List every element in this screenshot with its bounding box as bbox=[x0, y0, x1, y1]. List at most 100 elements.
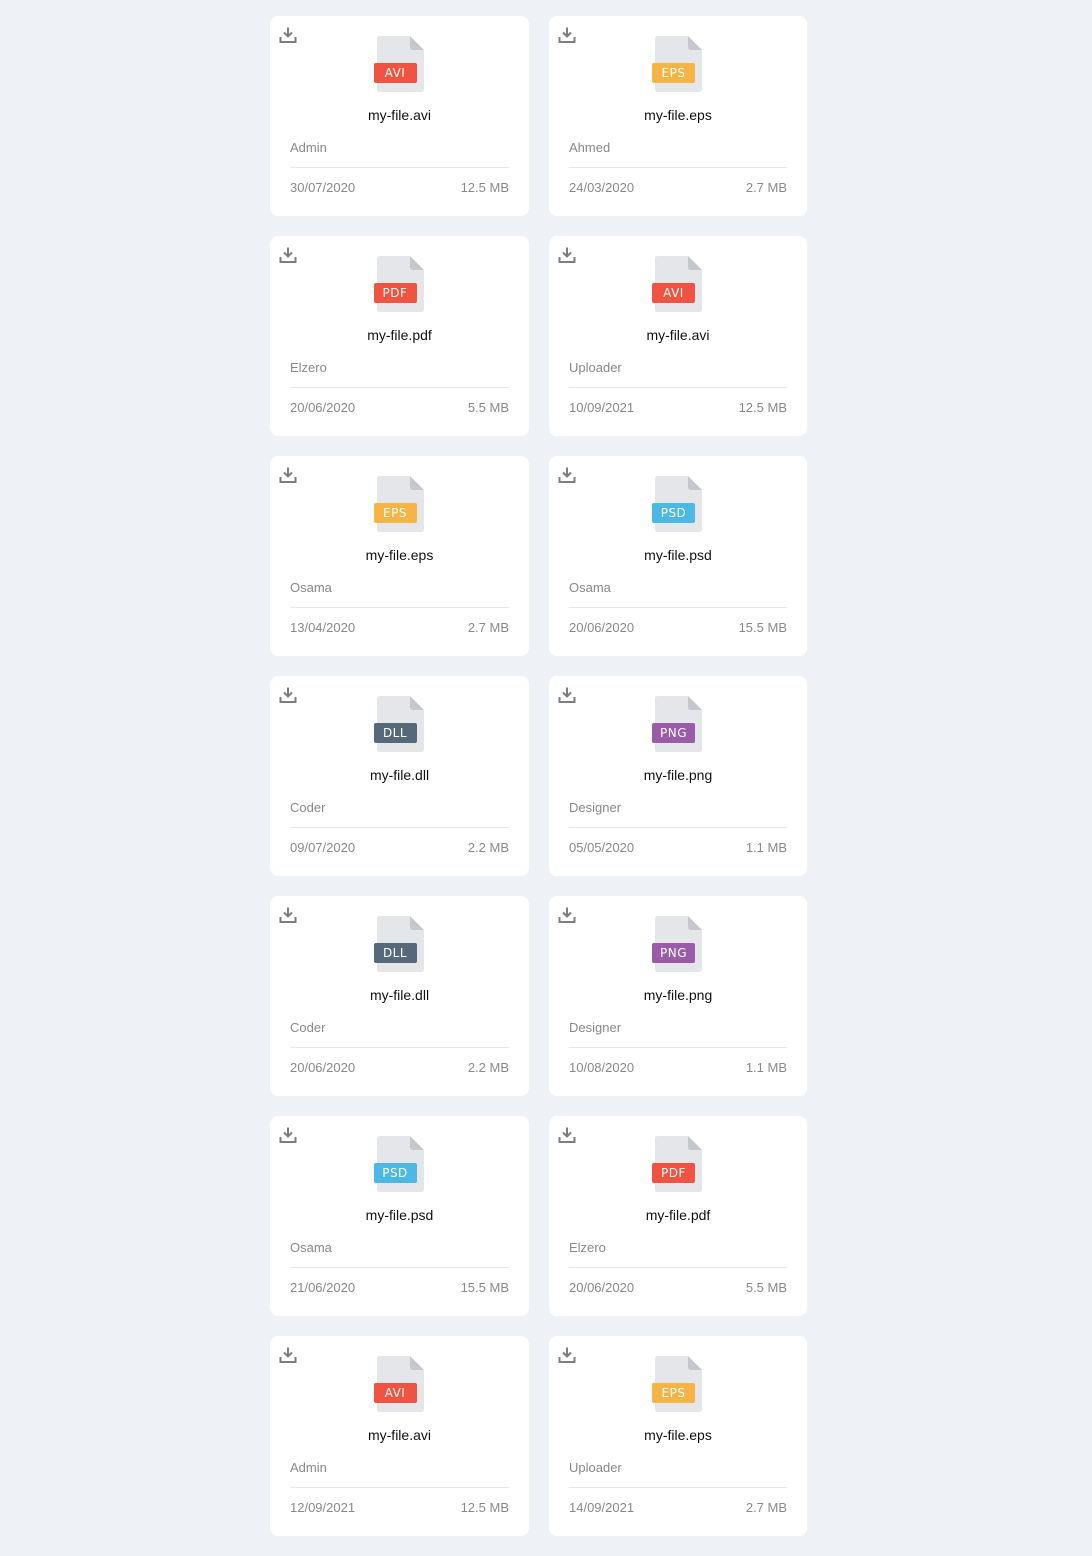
file-date: 20/06/2020 bbox=[290, 400, 356, 415]
divider bbox=[290, 1267, 509, 1268]
file-card[interactable]: PNG my-file.png Designer 10/08/2020 1.1 … bbox=[549, 896, 807, 1096]
file-icon: AVI bbox=[373, 36, 426, 92]
file-icon: PDF bbox=[373, 256, 426, 312]
file-size: 15.5 MB bbox=[738, 620, 787, 635]
file-date: 09/07/2020 bbox=[290, 840, 356, 855]
divider bbox=[290, 1487, 509, 1488]
file-icon: DLL bbox=[373, 916, 426, 972]
divider bbox=[290, 1047, 509, 1048]
file-name[interactable]: my-file.pdf bbox=[270, 327, 529, 343]
download-icon[interactable] bbox=[558, 26, 576, 44]
download-icon[interactable] bbox=[558, 686, 576, 704]
file-name[interactable]: my-file.eps bbox=[549, 1427, 807, 1443]
file-size: 1.1 MB bbox=[745, 1060, 787, 1075]
download-icon[interactable] bbox=[558, 1346, 576, 1364]
divider bbox=[290, 167, 509, 168]
file-owner: Coder bbox=[290, 800, 326, 815]
download-icon[interactable] bbox=[558, 246, 576, 264]
file-type-badge: PDF bbox=[373, 283, 417, 303]
file-card[interactable]: EPS my-file.eps Uploader 14/09/2021 2.7 … bbox=[549, 1336, 807, 1536]
file-date: 13/04/2020 bbox=[290, 620, 356, 635]
download-icon[interactable] bbox=[279, 246, 297, 264]
file-name[interactable]: my-file.psd bbox=[270, 1207, 529, 1223]
file-size: 5.5 MB bbox=[745, 1280, 787, 1295]
file-type-badge: DLL bbox=[373, 723, 417, 743]
download-icon[interactable] bbox=[279, 1346, 297, 1364]
download-icon[interactable] bbox=[279, 686, 297, 704]
divider bbox=[290, 387, 509, 388]
file-name[interactable]: my-file.png bbox=[549, 987, 807, 1003]
file-icon: PSD bbox=[652, 476, 704, 532]
file-owner: Admin bbox=[290, 1460, 327, 1475]
file-card[interactable]: DLL my-file.dll Coder 20/06/2020 2.2 MB bbox=[270, 896, 529, 1096]
file-name[interactable]: my-file.avi bbox=[270, 107, 529, 123]
file-date: 14/09/2021 bbox=[569, 1500, 635, 1515]
file-owner: Osama bbox=[290, 580, 332, 595]
file-card[interactable]: AVI my-file.avi Uploader 10/09/2021 12.5… bbox=[549, 236, 807, 436]
file-card[interactable]: AVI my-file.avi Admin 12/09/2021 12.5 MB bbox=[270, 1336, 529, 1536]
download-icon[interactable] bbox=[558, 906, 576, 924]
divider bbox=[569, 607, 787, 608]
file-type-badge: EPS bbox=[652, 1383, 695, 1403]
file-icon: DLL bbox=[373, 696, 426, 752]
file-owner: Coder bbox=[290, 1020, 326, 1035]
file-owner: Uploader bbox=[569, 360, 622, 375]
file-card[interactable]: AVI my-file.avi Admin 30/07/2020 12.5 MB bbox=[270, 16, 529, 216]
file-type-badge: EPS bbox=[373, 503, 417, 523]
download-icon[interactable] bbox=[279, 26, 297, 44]
file-name[interactable]: my-file.avi bbox=[549, 327, 807, 343]
file-type-badge: AVI bbox=[373, 1383, 417, 1403]
file-card[interactable]: PDF my-file.pdf Elzero 20/06/2020 5.5 MB bbox=[270, 236, 529, 436]
file-owner: Elzero bbox=[569, 1240, 606, 1255]
file-type-badge: AVI bbox=[373, 63, 417, 83]
divider bbox=[569, 167, 787, 168]
file-card[interactable]: EPS my-file.eps Osama 13/04/2020 2.7 MB bbox=[270, 456, 529, 656]
file-name[interactable]: my-file.png bbox=[549, 767, 807, 783]
file-icon: EPS bbox=[652, 1356, 704, 1412]
divider bbox=[290, 607, 509, 608]
download-icon[interactable] bbox=[558, 466, 576, 484]
file-owner: Designer bbox=[569, 1020, 622, 1035]
file-icon: AVI bbox=[373, 1356, 426, 1412]
file-name[interactable]: my-file.psd bbox=[549, 547, 807, 563]
divider bbox=[569, 1267, 787, 1268]
file-name[interactable]: my-file.eps bbox=[270, 547, 529, 563]
file-card[interactable]: PDF my-file.pdf Elzero 20/06/2020 5.5 MB bbox=[549, 1116, 807, 1316]
file-size: 2.2 MB bbox=[467, 840, 509, 855]
file-card[interactable]: PSD my-file.psd Osama 21/06/2020 15.5 MB bbox=[270, 1116, 529, 1316]
file-owner: Designer bbox=[569, 800, 622, 815]
divider bbox=[569, 827, 787, 828]
download-icon[interactable] bbox=[279, 906, 297, 924]
download-icon[interactable] bbox=[279, 1126, 297, 1144]
file-card[interactable]: EPS my-file.eps Ahmed 24/03/2020 2.7 MB bbox=[549, 16, 807, 216]
file-card[interactable]: PNG my-file.png Designer 05/05/2020 1.1 … bbox=[549, 676, 807, 876]
file-owner: Osama bbox=[290, 1240, 332, 1255]
file-size: 2.7 MB bbox=[745, 180, 787, 195]
file-name[interactable]: my-file.dll bbox=[270, 767, 529, 783]
file-name[interactable]: my-file.pdf bbox=[549, 1207, 807, 1223]
file-owner: Uploader bbox=[569, 1460, 622, 1475]
file-card[interactable]: PSD my-file.psd Osama 20/06/2020 15.5 MB bbox=[549, 456, 807, 656]
download-icon[interactable] bbox=[558, 1126, 576, 1144]
file-date: 21/06/2020 bbox=[290, 1280, 356, 1295]
file-date: 20/06/2020 bbox=[569, 1280, 635, 1295]
download-icon[interactable] bbox=[279, 466, 297, 484]
file-date: 30/07/2020 bbox=[290, 180, 356, 195]
file-size: 15.5 MB bbox=[460, 1280, 509, 1295]
file-type-badge: PSD bbox=[652, 503, 695, 523]
file-icon: AVI bbox=[652, 256, 704, 312]
file-owner: Admin bbox=[290, 140, 327, 155]
file-name[interactable]: my-file.eps bbox=[549, 107, 807, 123]
file-date: 24/03/2020 bbox=[569, 180, 635, 195]
file-owner: Ahmed bbox=[569, 140, 611, 155]
file-card[interactable]: DLL my-file.dll Coder 09/07/2020 2.2 MB bbox=[270, 676, 529, 876]
file-name[interactable]: my-file.dll bbox=[270, 987, 529, 1003]
file-type-badge: EPS bbox=[652, 63, 695, 83]
file-type-badge: PSD bbox=[373, 1163, 417, 1183]
file-name[interactable]: my-file.avi bbox=[270, 1427, 529, 1443]
file-icon: PDF bbox=[652, 1136, 704, 1192]
file-type-badge: PNG bbox=[652, 723, 695, 743]
file-date: 12/09/2021 bbox=[290, 1500, 356, 1515]
divider bbox=[569, 1047, 787, 1048]
file-type-badge: PDF bbox=[652, 1163, 695, 1183]
